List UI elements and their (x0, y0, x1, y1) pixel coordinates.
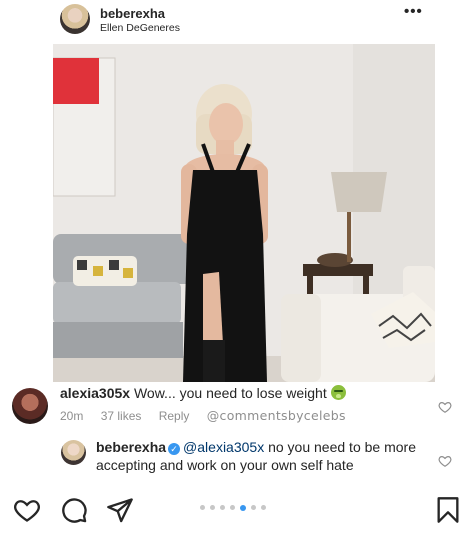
share-icon[interactable] (106, 496, 134, 524)
comment-text: beberexha ✓ @alexia305x no you need to be … (96, 438, 426, 474)
comment-body: Wow... you need to lose weight (133, 385, 327, 401)
heart-icon[interactable] (13, 496, 41, 524)
verified-badge-icon: ✓ (168, 443, 181, 455)
comment-like-heart-icon[interactable] (438, 454, 452, 468)
carousel-dot (220, 505, 225, 510)
carousel-dot-active (240, 504, 246, 511)
reply-button[interactable]: Reply (159, 409, 190, 423)
more-options-icon[interactable]: ••• (404, 4, 422, 19)
comment-likes[interactable]: 37 likes (101, 409, 142, 423)
comment-mention[interactable]: @alexia305x (183, 439, 264, 455)
carousel-dot (261, 505, 266, 510)
header-location[interactable]: Ellen DeGeneres (100, 22, 180, 34)
comment-time: 20m (60, 409, 84, 423)
commenter-avatar[interactable] (12, 388, 48, 424)
carousel-dot (251, 505, 256, 510)
watermark-text: @commentsbycelebs (206, 408, 346, 423)
comment-text: alexia305x Wow... you need to lose weigh… (60, 384, 346, 402)
post-photo[interactable] (53, 44, 435, 382)
post-header: beberexha Ellen DeGeneres ••• (0, 0, 474, 44)
comment-meta: 20m 37 likes Reply @commentsbycelebs (60, 408, 360, 423)
carousel-dot (210, 505, 215, 510)
carousel-dot (230, 505, 235, 510)
post-action-bar (0, 490, 474, 535)
bookmark-icon[interactable] (434, 496, 462, 524)
header-avatar[interactable] (60, 4, 90, 34)
comment-username[interactable]: beberexha (96, 439, 166, 455)
photo-illustration (53, 44, 435, 382)
comment-username[interactable]: alexia305x (60, 385, 130, 401)
header-username[interactable]: beberexha (100, 6, 165, 21)
comment-reply-item: beberexha ✓ @alexia305x no you need to be … (0, 436, 474, 484)
carousel-dot (200, 505, 205, 510)
commenter-avatar[interactable] (61, 440, 86, 465)
comment-item: alexia305x Wow... you need to lose weigh… (0, 384, 474, 434)
comment-like-heart-icon[interactable] (438, 400, 452, 414)
nauseated-face-emoji-icon (330, 385, 346, 400)
comment-icon[interactable] (60, 496, 88, 524)
